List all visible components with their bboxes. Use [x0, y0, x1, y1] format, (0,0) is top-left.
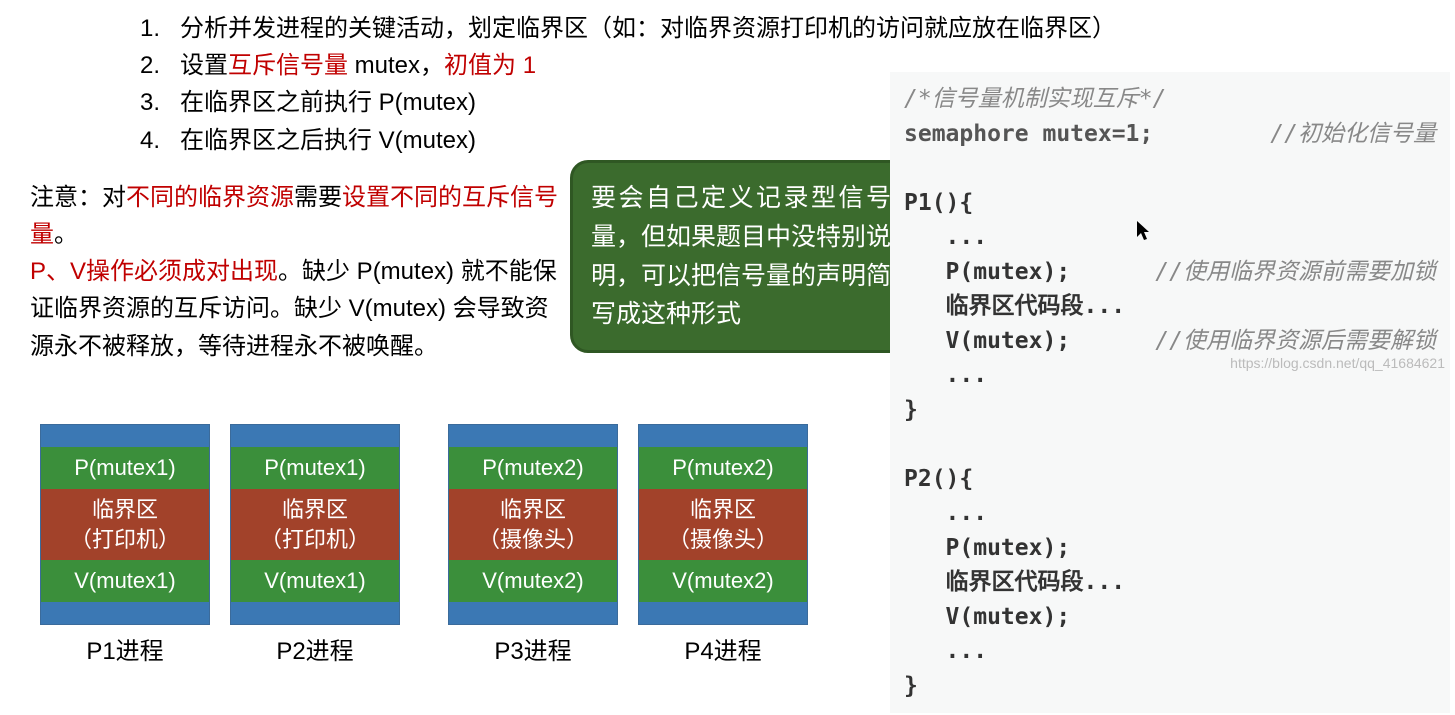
code-comment: //使用临界资源后需要解锁 [1155, 324, 1436, 359]
process-pair-camera: P(mutex2) 临界区（摄像头） V(mutex2) P3进程 P(mute… [448, 424, 808, 666]
watermark: https://blog.csdn.net/qq_41684621 [1230, 355, 1445, 371]
step-text-a: 设置 [180, 52, 228, 79]
note-c: 需要 [294, 184, 342, 211]
process-diagrams: P(mutex1) 临界区（打印机） V(mutex1) P1进程 P(mute… [40, 424, 808, 666]
process-label: P4进程 [638, 631, 808, 666]
code-line: 临界区代码段... [904, 565, 1436, 600]
process-stack: P(mutex2) 临界区（摄像头） V(mutex2) [638, 424, 808, 625]
v-call: V(mutex2) [639, 560, 807, 602]
step-number: 3. [140, 84, 180, 121]
process-label: P2进程 [230, 631, 400, 666]
stack-spacer [639, 602, 807, 624]
stack-spacer [231, 425, 399, 447]
critical-section: 临界区（摄像头） [639, 489, 807, 560]
note-a: 注意：对 [30, 184, 126, 211]
stack-spacer [449, 425, 617, 447]
code-line: V(mutex); [904, 600, 1436, 635]
process-p4: P(mutex2) 临界区（摄像头） V(mutex2) P4进程 [638, 424, 808, 666]
process-stack: P(mutex2) 临界区（摄像头） V(mutex2) [448, 424, 618, 625]
tip-text: 要会自己定义记录型信号量，但如果题目中没特别说明，可以把信号量的声明简写成这种形… [591, 184, 891, 328]
code-line: P(mutex); //使用临界资源前需要加锁 [904, 255, 1436, 290]
stack-spacer [41, 602, 209, 624]
p-call: P(mutex1) [41, 447, 209, 489]
code-blank [904, 427, 1436, 462]
code-fn-header: P1(){ [904, 186, 1436, 221]
v-call: V(mutex1) [41, 560, 209, 602]
code-fn-header: P2(){ [904, 462, 1436, 497]
code-line: ... [904, 634, 1436, 669]
process-label: P3进程 [448, 631, 618, 666]
process-p2: P(mutex1) 临界区（打印机） V(mutex1) P2进程 [230, 424, 400, 666]
step-text: 分析并发进程的关键活动，划定临界区（如：对临界资源打印机的访问就应放在临界区） [180, 15, 1116, 42]
step-number: 1. [140, 10, 180, 47]
stack-spacer [639, 425, 807, 447]
tip-bubble: 要会自己定义记录型信号量，但如果题目中没特别说明，可以把信号量的声明简写成这种形… [570, 160, 912, 353]
v-call: V(mutex1) [231, 560, 399, 602]
step-number: 4. [140, 122, 180, 159]
p-call: P(mutex1) [231, 447, 399, 489]
process-p3: P(mutex2) 临界区（摄像头） V(mutex2) P3进程 [448, 424, 618, 666]
note-paragraph: 注意：对不同的临界资源需要设置不同的互斥信号量。 P、V操作必须成对出现。缺少 … [30, 179, 560, 365]
stack-spacer [449, 602, 617, 624]
step-text-b: 互斥信号量 [228, 52, 348, 79]
critical-section: 临界区（打印机） [231, 489, 399, 560]
code-line: semaphore mutex=1; //初始化信号量 [904, 117, 1436, 152]
note-b: 不同的临界资源 [126, 184, 294, 211]
code-decl: semaphore mutex=1; [904, 117, 1153, 152]
process-stack: P(mutex1) 临界区（打印机） V(mutex1) [40, 424, 210, 625]
code-comment: //使用临界资源前需要加锁 [1155, 255, 1436, 290]
code-comment: /*信号量机制实现互斥*/ [904, 82, 1436, 117]
process-p1: P(mutex1) 临界区（打印机） V(mutex1) P1进程 [40, 424, 210, 666]
p-call: P(mutex2) [449, 447, 617, 489]
code-line: ... [904, 496, 1436, 531]
step-number: 2. [140, 47, 180, 84]
step-1: 1.分析并发进程的关键活动，划定临界区（如：对临界资源打印机的访问就应放在临界区… [140, 10, 1425, 47]
process-label: P1进程 [40, 631, 210, 666]
note-e: 。 [54, 221, 78, 248]
code-line: 临界区代码段... [904, 289, 1436, 324]
process-pair-printer: P(mutex1) 临界区（打印机） V(mutex1) P1进程 P(mute… [40, 424, 400, 666]
code-comment: //初始化信号量 [1270, 117, 1436, 152]
step-text: 在临界区之前执行 P(mutex) [180, 89, 476, 116]
v-call: V(mutex2) [449, 560, 617, 602]
code-line: P(mutex); [904, 531, 1436, 566]
code-line: V(mutex); //使用临界资源后需要解锁 [904, 324, 1436, 359]
code-call: P(mutex); [904, 255, 1070, 290]
critical-section: 临界区（摄像头） [449, 489, 617, 560]
note-f: P、V操作必须成对出现 [30, 258, 278, 285]
process-stack: P(mutex1) 临界区（打印机） V(mutex1) [230, 424, 400, 625]
step-text-d: 初值为 1 [444, 52, 536, 79]
critical-section: 临界区（打印机） [41, 489, 209, 560]
code-line: } [904, 669, 1436, 704]
step-text-c: mutex， [348, 52, 444, 79]
code-panel: /*信号量机制实现互斥*/ semaphore mutex=1; //初始化信号… [890, 72, 1450, 713]
stack-spacer [41, 425, 209, 447]
code-blank [904, 151, 1436, 186]
code-line: ... [904, 220, 1436, 255]
p-call: P(mutex2) [639, 447, 807, 489]
code-line: } [904, 393, 1436, 428]
step-text: 在临界区之后执行 V(mutex) [180, 127, 476, 154]
stack-spacer [231, 602, 399, 624]
code-call: V(mutex); [904, 324, 1070, 359]
